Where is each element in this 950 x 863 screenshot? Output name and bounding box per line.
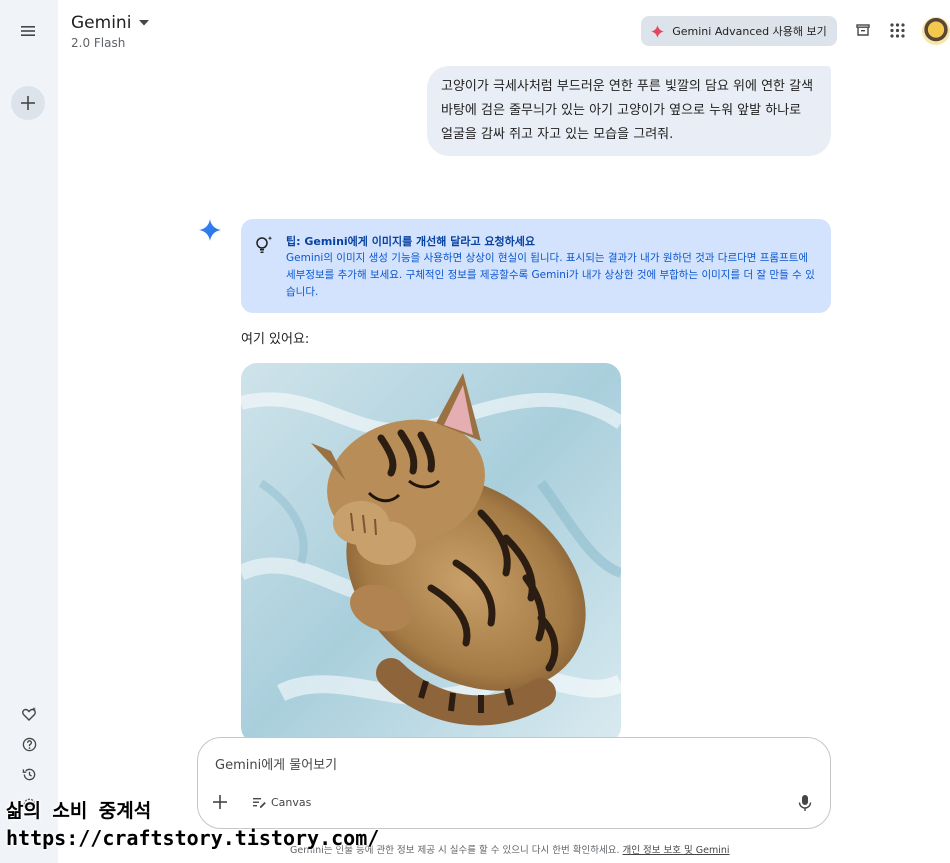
new-chat-button[interactable] [11,86,45,120]
sidebar [0,0,58,863]
temporary-chat-button[interactable] [852,19,874,41]
model-selector[interactable]: Gemini [71,13,150,33]
model-version: 2.0 Flash [71,36,126,50]
main-menu-button[interactable] [11,14,45,48]
help-icon [22,737,36,751]
try-advanced-button[interactable]: Gemini Advanced 사용해 보기 [641,16,837,46]
gemini-logo-icon [199,219,221,241]
google-apps-button[interactable] [886,19,908,41]
tip-body: Gemini의 이미지 생성 기능을 사용하면 상상이 현실이 됩니다. 표시되… [286,252,815,298]
help-button[interactable] [19,734,39,754]
app-title: Gemini [71,13,132,33]
blog-watermark: 삶의 소비 중계석 https://craftstory.tistory.com… [6,798,379,852]
generated-kitten-image[interactable] [241,363,621,743]
tip-card: 팁: Gemini에게 이미지를 개선해 달라고 요청하세요 Gemini의 이… [241,219,831,313]
watermark-url: https://craftstory.tistory.com/ [6,826,380,850]
dropdown-arrow-icon [139,20,150,26]
try-advanced-label: Gemini Advanced 사용해 보기 [672,25,827,38]
tip-title: 팁: Gemini에게 이미지를 개선해 달라고 요청하세요 [286,235,536,248]
privacy-link[interactable]: 개인 정보 보호 및 Gemini [623,845,730,856]
gems-button[interactable] [19,704,39,724]
activity-button[interactable] [19,764,39,784]
heart-sparkle-icon [22,707,36,721]
user-prompt-bubble: 고양이가 극세사처럼 부드러운 연한 푸른 빛깔의 담요 위에 연한 갈색 바탕… [427,66,831,156]
response-text: 여기 있어요: [241,332,310,347]
watermark-blog-name: 삶의 소비 중계석 [6,800,152,822]
microphone-button[interactable] [798,794,814,812]
lightbulb-icon [256,236,273,253]
account-avatar[interactable] [922,17,950,45]
gemini-spark-icon [651,24,665,38]
plus-icon [21,96,35,110]
prompt-input-placeholder[interactable]: Gemini에게 물어보기 [215,754,337,773]
hamburger-menu-icon [21,26,35,36]
history-icon [22,768,35,780]
temporary-chat-icon [856,24,870,36]
apps-grid-icon [889,22,905,38]
microphone-icon [798,795,812,811]
